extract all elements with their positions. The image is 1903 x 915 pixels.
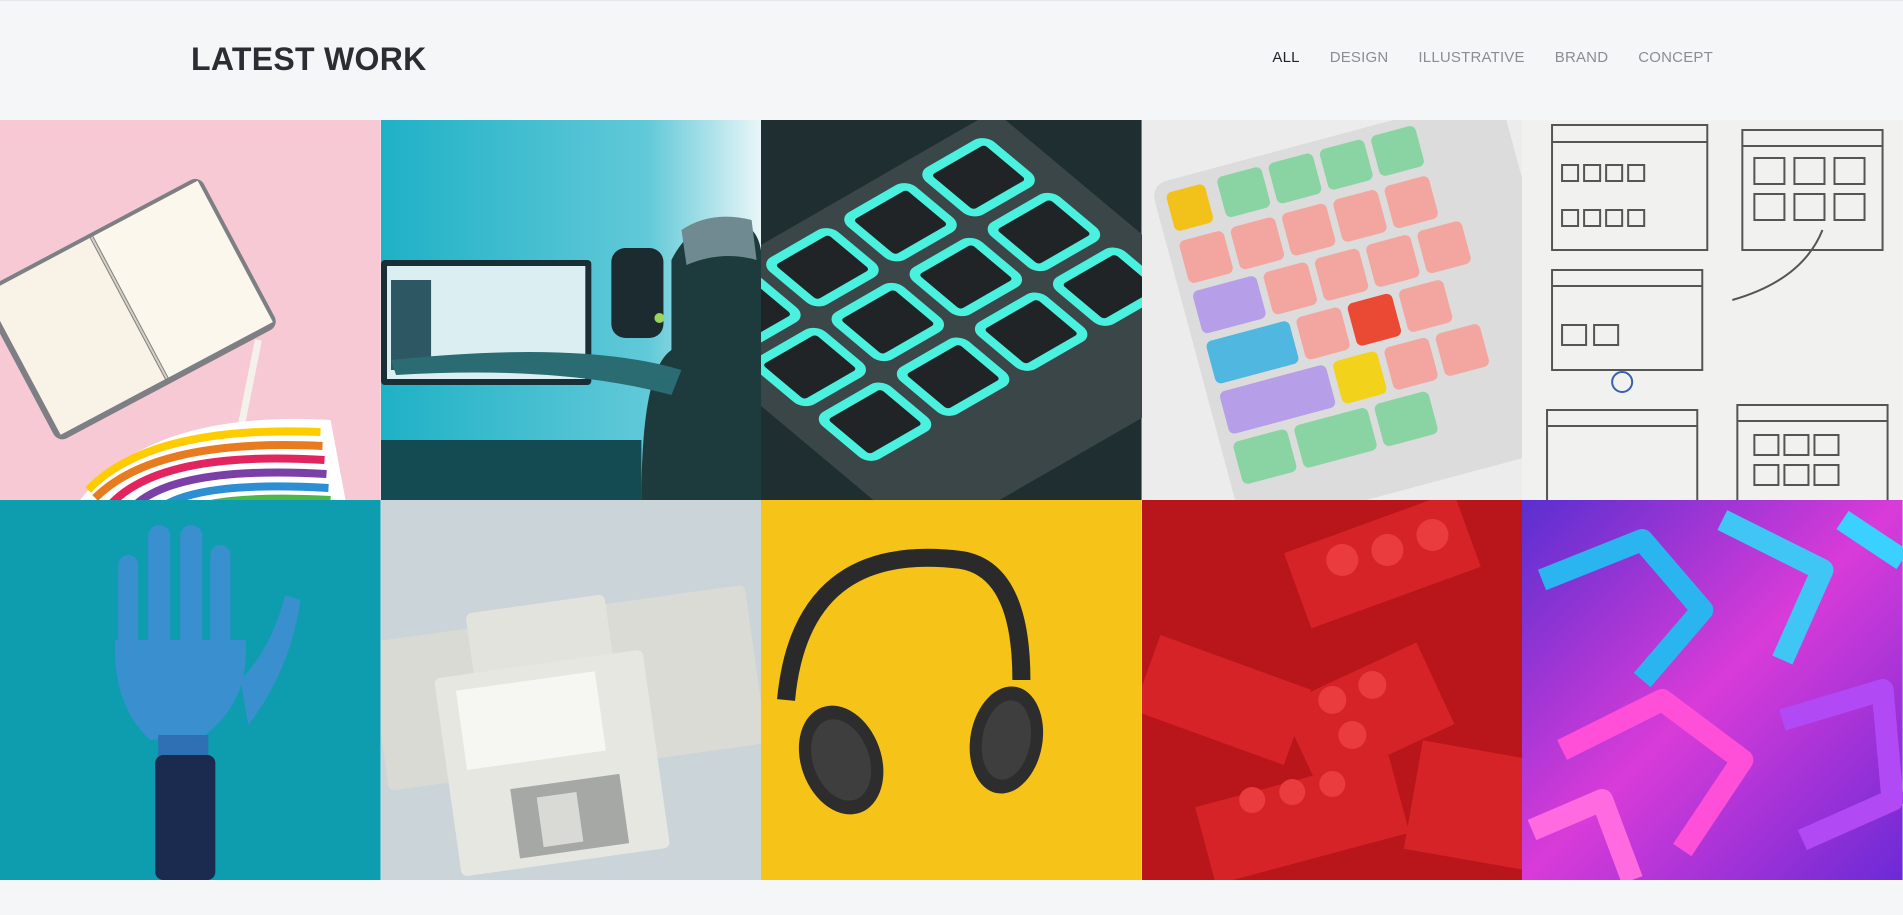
- filter-brand[interactable]: BRAND: [1555, 49, 1609, 66]
- portfolio-header: LATEST WORK ALL DESIGN ILLUSTRATIVE BRAN…: [0, 1, 1903, 120]
- portfolio-item-computer[interactable]: [380, 120, 762, 500]
- portfolio-item-headphones[interactable]: [761, 500, 1142, 880]
- portfolio-item-robot-hand[interactable]: [0, 500, 381, 880]
- computer-image: [380, 120, 762, 500]
- portfolio-item-notebook[interactable]: [0, 120, 381, 500]
- portfolio-item-abstract-shapes[interactable]: [1522, 500, 1903, 880]
- filter-all[interactable]: ALL: [1272, 49, 1299, 66]
- portfolio-item-drum-pad[interactable]: [761, 120, 1142, 500]
- keyboard-image: [1141, 120, 1523, 500]
- drum-pad-image: [761, 120, 1142, 500]
- notebook-image: [0, 120, 381, 500]
- abstract-shapes-image: [1522, 500, 1903, 880]
- filter-illustrative[interactable]: ILLUSTRATIVE: [1418, 49, 1524, 66]
- page-title: LATEST WORK: [191, 41, 427, 77]
- portfolio-item-floppy-disks[interactable]: [380, 500, 762, 880]
- portfolio-item-keyboard[interactable]: [1141, 120, 1523, 500]
- floppy-disks-image: [380, 500, 762, 880]
- portfolio-grid: [0, 120, 1903, 880]
- filter-nav: ALL DESIGN ILLUSTRATIVE BRAND CONCEPT: [1272, 49, 1713, 66]
- headphones-image: [761, 500, 1142, 880]
- filter-design[interactable]: DESIGN: [1330, 49, 1389, 66]
- portfolio-item-lego[interactable]: [1141, 500, 1523, 880]
- robot-hand-image: [0, 500, 381, 880]
- filter-concept[interactable]: CONCEPT: [1638, 49, 1713, 66]
- wireframes-image: [1522, 120, 1903, 500]
- lego-image: [1141, 500, 1523, 880]
- portfolio-item-wireframes[interactable]: [1522, 120, 1903, 500]
